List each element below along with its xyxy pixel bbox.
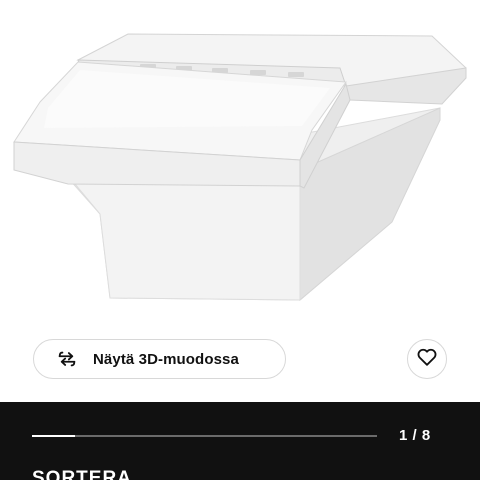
gallery-page-indicator: 1 / 8: [399, 427, 431, 444]
rotate-arrows-icon: [55, 347, 79, 371]
product-image: [13, 33, 467, 302]
gallery-progress-bar[interactable]: [32, 435, 377, 437]
gallery-progress-fill: [32, 435, 76, 437]
favourite-button[interactable]: [407, 339, 447, 379]
heart-outline-icon: [416, 346, 438, 373]
view-3d-label: Näytä 3D-muodossa: [93, 350, 239, 368]
product-page: Näytä 3D-muodossa 1 / 8 SORTERA: [0, 0, 480, 480]
product-info-panel: 1 / 8 SORTERA: [0, 402, 480, 480]
view-3d-button[interactable]: Näytä 3D-muodossa: [33, 339, 286, 379]
product-name: SORTERA: [32, 468, 132, 480]
